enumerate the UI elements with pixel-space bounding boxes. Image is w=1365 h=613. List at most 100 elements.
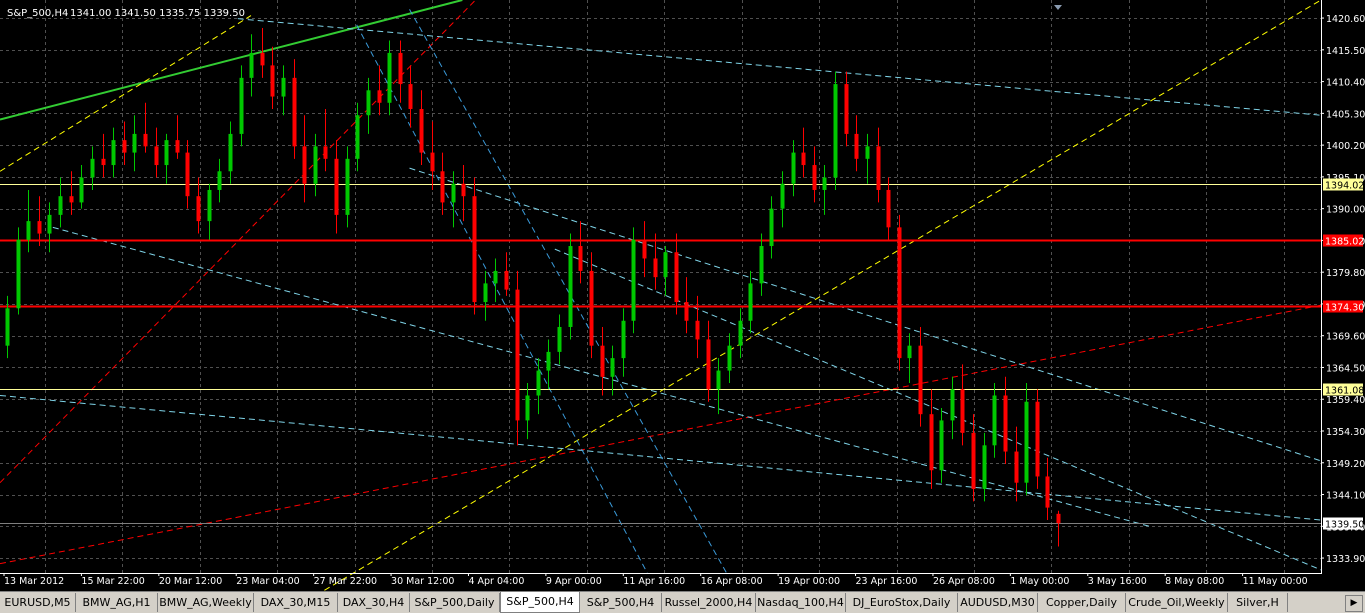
time-tick-label: 23 Apr 16:00	[856, 576, 918, 587]
candle-body	[472, 196, 477, 303]
candle-body	[292, 77, 297, 147]
candle-body	[69, 196, 74, 203]
candle-body	[281, 77, 286, 97]
candle-body	[504, 270, 509, 290]
candle-body	[918, 345, 923, 415]
candle-body	[5, 308, 10, 346]
tab-dax-30-m15[interactable]: DAX_30,M15	[254, 593, 338, 612]
candle-body	[419, 108, 424, 153]
candle-body	[833, 84, 838, 178]
trendline-blue	[409, 9, 727, 574]
trendlines[interactable]	[0, 0, 1322, 591]
candle-body	[822, 177, 827, 190]
time-tick-label: 20 Mar 12:00	[159, 576, 222, 587]
time-tick-label: 8 May 08:00	[1165, 576, 1224, 587]
price-tick-label: 1369.60	[1326, 332, 1365, 343]
tab-bmw-ag-h1[interactable]: BMW_AG,H1	[76, 593, 158, 612]
time-tick-label: 27 Mar 22:00	[314, 576, 377, 587]
axes	[0, 0, 1322, 574]
tab-copper-daily[interactable]: Copper,Daily	[1038, 593, 1126, 612]
candle-body	[207, 189, 212, 222]
time-tick-label: 15 Mar 22:00	[81, 576, 144, 587]
candle-body	[16, 239, 21, 309]
trendline-yellow	[322, 0, 1322, 591]
tab-s-p-500-h4[interactable]: S&P_500,H4	[580, 593, 662, 612]
candle-body	[249, 52, 254, 78]
candle-body	[334, 158, 339, 215]
tab-bmw-ag-weekly[interactable]: BMW_AG,Weekly	[158, 593, 254, 612]
candle-body	[674, 252, 679, 303]
candle-body	[90, 158, 95, 178]
candle-body	[876, 146, 881, 190]
candle-body	[854, 133, 859, 159]
tab-dj-eurostox-daily[interactable]: DJ_EuroStox,Daily	[846, 593, 958, 612]
candle-body	[345, 158, 350, 215]
candle-body	[748, 283, 753, 321]
time-tick-label: 23 Mar 04:00	[236, 576, 299, 587]
tab-crude-oil-weekly[interactable]: Crude_Oil,Weekly	[1126, 593, 1228, 612]
tab-eurusd-m5[interactable]: EURUSD,M5	[0, 593, 76, 612]
tab-audusd-m30[interactable]: AUDUSD,M30	[958, 593, 1038, 612]
price-chart[interactable]: 1420.601415.501410.401405.301400.201395.…	[0, 0, 1365, 591]
candle-body	[780, 183, 785, 209]
time-tick-label: 1 May 00:00	[1010, 576, 1069, 587]
chart-window[interactable]: 1420.60 1415.50 1410.40 1405.30 1400.20 1395.…	[0, 0, 1365, 591]
candle-body	[1003, 395, 1008, 452]
price-level-label: 1385.02	[1325, 237, 1364, 248]
candle-body	[217, 171, 222, 190]
candle-body	[546, 351, 551, 371]
price-tick-label: 1354.30	[1326, 427, 1365, 438]
candle-body	[1024, 401, 1029, 483]
candle-body	[1045, 476, 1050, 508]
price-tick-label: 1420.60	[1326, 14, 1365, 25]
tab-russel-2000-h4[interactable]: Russel_2000,H4	[662, 593, 756, 612]
price-tick-label: 1400.20	[1326, 141, 1365, 152]
trendline-cyan	[0, 394, 1322, 521]
chart-title: S&P_500,H4	[7, 8, 68, 19]
candle-body	[430, 152, 435, 172]
candle-body	[600, 345, 605, 377]
candle-body	[228, 133, 233, 172]
price-tick-label: 1359.40	[1326, 395, 1365, 406]
candle-body	[313, 146, 318, 184]
price-scale: 1420.601415.501410.401405.301400.201395.…	[1321, 14, 1365, 565]
candle-body	[260, 52, 265, 66]
candle-body	[387, 52, 392, 103]
tab-dax-30-h4[interactable]: DAX_30,H4	[338, 593, 410, 612]
price-tick-label: 1390.00	[1326, 205, 1365, 216]
candle-body	[323, 146, 328, 159]
price-tick-label: 1364.50	[1326, 363, 1365, 374]
candle-body	[769, 208, 774, 247]
candle-body	[695, 320, 700, 340]
tab-nasdaq-100-h4[interactable]: Nasdaq_100,H4	[756, 593, 846, 612]
time-tick-label: 11 Apr 16:00	[623, 576, 685, 587]
price-levels[interactable]	[0, 184, 1321, 524]
candle-body	[47, 214, 52, 234]
tab-scroll-right-icon[interactable]: ▶	[1345, 595, 1363, 612]
candle-body	[26, 221, 31, 240]
candle-body	[536, 370, 541, 396]
candle-body	[154, 146, 159, 166]
tab-s-p-500-h4[interactable]: S&P_500,H4	[500, 592, 580, 613]
shift-marker-icon[interactable]	[1054, 5, 1062, 10]
candle-body	[642, 239, 647, 259]
time-tick-label: 11 May 00:00	[1243, 576, 1308, 587]
candle-body	[801, 152, 806, 166]
candle-body	[716, 370, 721, 390]
tab-s-p-500-daily[interactable]: S&P_500,Daily	[410, 593, 500, 612]
candle-body	[515, 289, 520, 421]
candle-body	[578, 246, 583, 271]
price-tick-label: 1333.90	[1326, 554, 1365, 565]
candle-body	[525, 395, 530, 421]
time-tick-label: 19 Apr 00:00	[778, 576, 840, 587]
price-tick-label: 1410.40	[1326, 78, 1365, 89]
candle-body	[971, 432, 976, 489]
candle-body	[143, 133, 148, 147]
time-tick-label: 4 Apr 04:00	[468, 576, 524, 587]
trendline-red	[0, 304, 1322, 565]
candle-body	[982, 445, 987, 489]
candle-body	[812, 165, 817, 190]
tab-silver-h[interactable]: Silver,H	[1228, 593, 1288, 612]
candle-body	[610, 358, 615, 377]
price-level-label: 1339.50	[1325, 520, 1364, 531]
